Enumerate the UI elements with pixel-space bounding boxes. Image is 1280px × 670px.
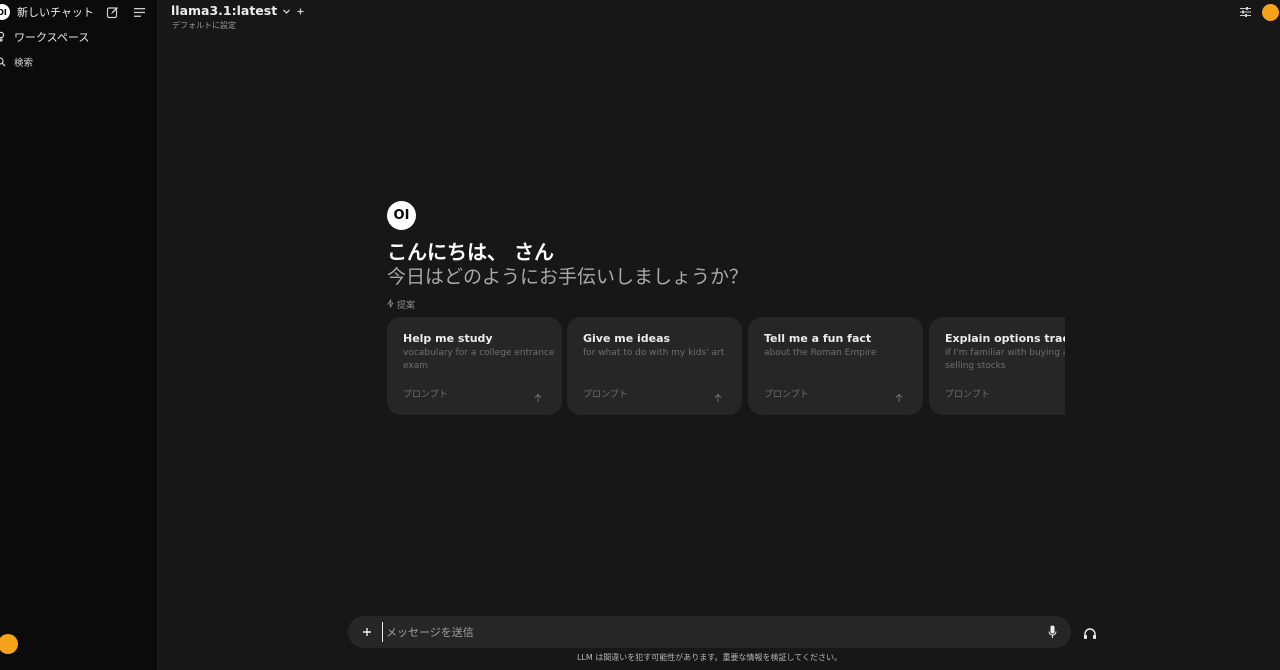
suggestions-label: 提案 [397,301,416,311]
card-title: Help me study [403,332,493,345]
greeting: こんにちは、 さん [387,240,554,264]
card-subtitle: if I'm familiar with buying and selling … [945,348,1065,371]
card-footer: プロンプト [945,390,990,400]
card-subtitle: for what to do with my kids' art [583,348,725,358]
suggestion-card[interactable]: Explain options trading if I'm familiar … [929,317,1065,415]
suggestion-card[interactable]: Give me ideas for what to do with my kid… [567,317,742,415]
plus-icon[interactable] [359,624,375,640]
user-avatar[interactable] [0,634,18,654]
model-selector[interactable]: llama3.1:latest [171,1,305,20]
message-input[interactable] [382,622,1022,642]
card-footer: プロンプト [403,390,448,400]
new-chat-button[interactable]: OI 新しいチャット [0,2,94,22]
welcome-logo: OI [387,201,416,230]
greeting-subtitle: 今日はどのようにお手伝いしましょうか？ [387,266,749,288]
card-subtitle: vocabulary for a college entrance exam [403,348,555,371]
new-chat-label: 新しいチャット [17,6,94,19]
user-avatar[interactable] [1262,4,1279,21]
arrow-up-icon [894,388,904,402]
menu-icon[interactable] [131,4,147,20]
plus-icon[interactable] [296,1,305,20]
sidebar-item-label: 検索 [14,58,34,69]
sidebar: OI 新しいチャット ワークスペース 検索 [0,0,158,670]
card-title: Explain options trading [945,332,1065,345]
sidebar-item-workspace[interactable]: ワークスペース [0,28,89,46]
card-title: Give me ideas [583,332,671,345]
workspace-icon [0,31,8,43]
disclaimer-text: LLM は間違いを犯す可能性があります。重要な情報を検証してください。 [576,653,843,662]
sidebar-item-search[interactable]: 検索 [0,54,33,70]
app-logo: OI [0,4,10,20]
chevron-down-icon[interactable] [282,1,291,20]
model-name: llama3.1:latest [171,3,278,18]
controls-icon[interactable] [1238,5,1252,19]
sidebar-item-label: ワークスペース [14,31,90,44]
suggestion-card[interactable]: Tell me a fun fact about the Roman Empir… [748,317,923,415]
card-footer: プロンプト [583,390,628,400]
bolt-icon [387,298,394,311]
suggestion-cards: Help me study vocabulary for a college e… [387,317,1065,415]
suggestion-card[interactable]: Help me study vocabulary for a college e… [387,317,562,415]
set-default-link[interactable]: デフォルトに設定 [172,20,236,31]
microphone-icon[interactable] [1045,624,1059,640]
card-subtitle: about the Roman Empire [764,348,877,358]
card-footer: プロンプト [764,390,809,400]
arrow-up-icon [713,388,723,402]
edit-icon[interactable] [104,4,120,20]
arrow-up-icon [533,388,543,402]
headphones-icon[interactable] [1081,624,1099,642]
message-composer [348,616,1071,648]
suggestions-header: 提案 [387,298,415,311]
card-title: Tell me a fun fact [764,332,872,345]
search-icon [0,57,8,67]
